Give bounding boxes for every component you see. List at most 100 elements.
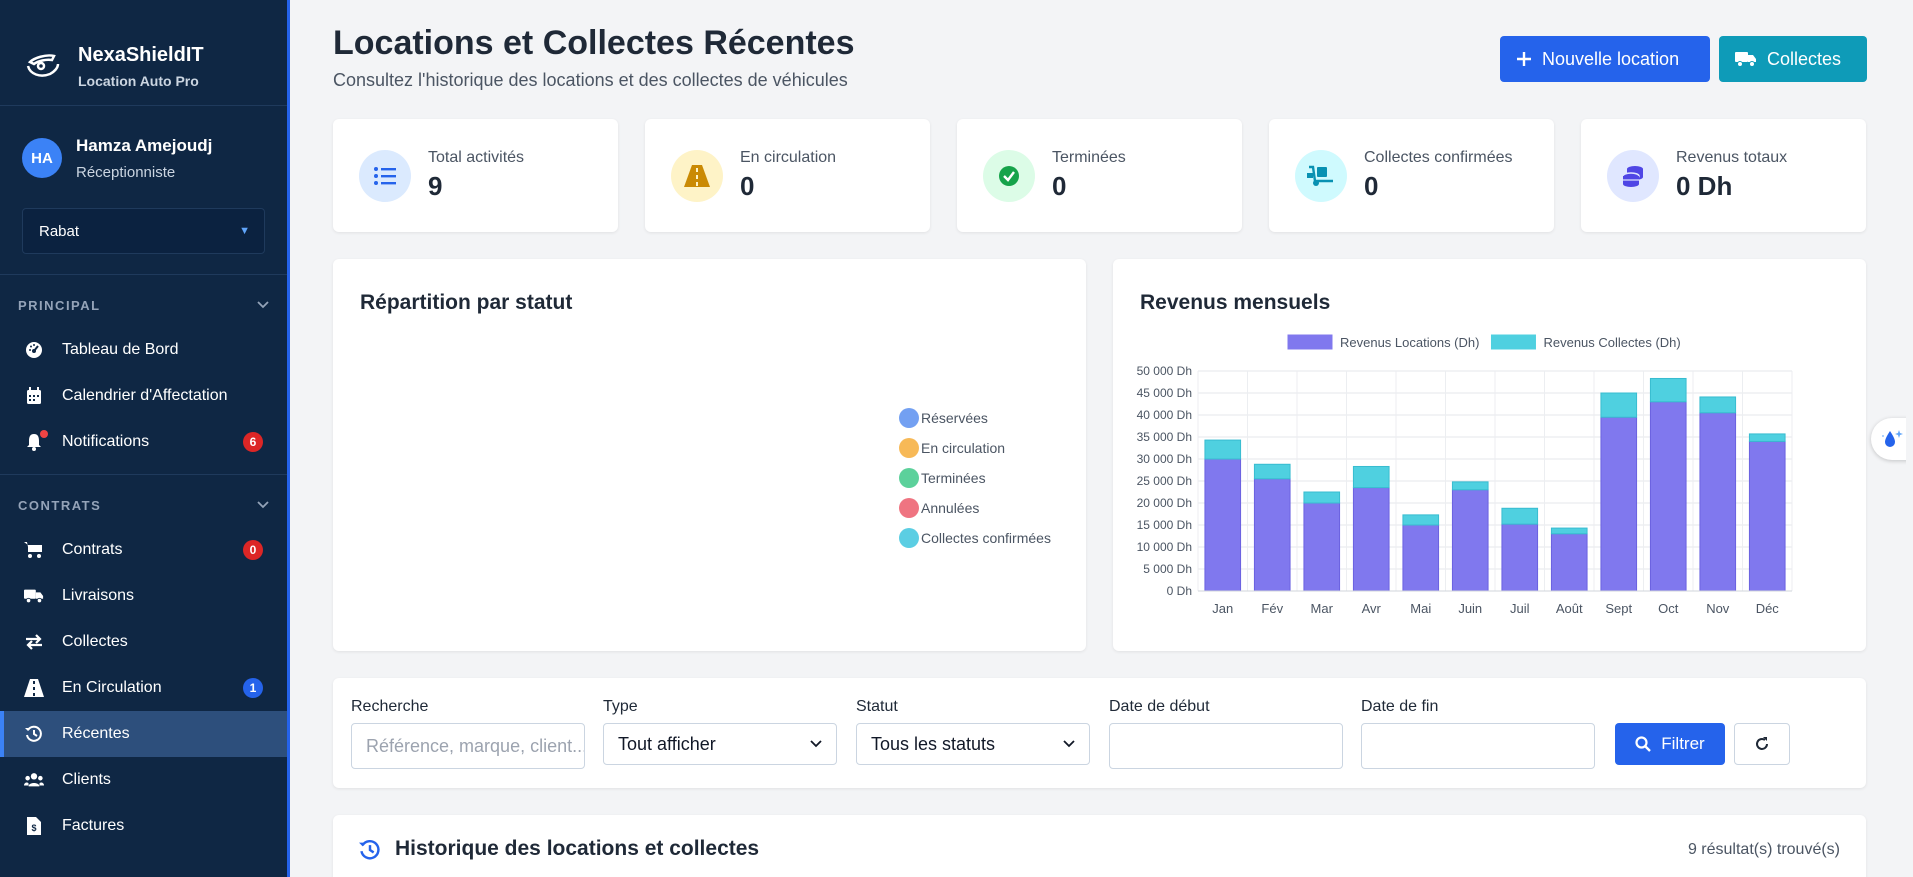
sidebar-item-clients[interactable]: Clients bbox=[0, 757, 287, 803]
y-tick-label: 10 000 Dh bbox=[1137, 540, 1192, 554]
bar-Jan bbox=[1204, 458, 1242, 592]
x-tick-label: Déc bbox=[1756, 601, 1780, 616]
sidebar: NexaShieldIT Location Auto Pro HA Hamza … bbox=[0, 0, 290, 877]
legend-item-reservees[interactable]: Réservées bbox=[899, 403, 1051, 433]
branch-select[interactable]: Rabat ▼ bbox=[22, 208, 265, 254]
end-date-input[interactable] bbox=[1361, 723, 1595, 769]
type-select[interactable]: Tout afficher bbox=[603, 723, 837, 765]
section-header-principal[interactable]: PRINCIPAL bbox=[0, 291, 287, 319]
exchange-icon bbox=[24, 632, 44, 652]
type-label: Type bbox=[603, 698, 638, 715]
legend-item-en-circulation[interactable]: En circulation bbox=[899, 433, 1051, 463]
status-select-value: Tous les statuts bbox=[871, 733, 996, 754]
bar-Août bbox=[1550, 527, 1588, 535]
bar-Juin bbox=[1451, 489, 1489, 592]
sidebar-item-factures[interactable]: $ Factures bbox=[0, 803, 287, 849]
stat-card-total: Total activités 9 bbox=[333, 119, 618, 232]
avatar: HA bbox=[22, 138, 62, 178]
user-role: Réceptionniste bbox=[76, 163, 176, 181]
reset-button[interactable] bbox=[1734, 723, 1790, 765]
sparkle-drop-icon bbox=[1882, 430, 1903, 447]
y-tick-label: 5 000 Dh bbox=[1143, 562, 1192, 576]
user-profile[interactable]: HA Hamza Amejoudj Réceptionniste bbox=[0, 106, 287, 190]
users-icon bbox=[24, 770, 44, 790]
scrollbar[interactable] bbox=[1906, 0, 1913, 877]
sidebar-item-label: Collectes bbox=[62, 633, 128, 650]
chevron-down-icon bbox=[257, 501, 269, 509]
start-date-input[interactable] bbox=[1109, 723, 1343, 769]
search-icon bbox=[1635, 736, 1652, 752]
sidebar-item-contrats[interactable]: Contrats 0 bbox=[0, 527, 287, 573]
history-card: Historique des locations et collectes 9 … bbox=[333, 815, 1866, 877]
x-tick-label: Fév bbox=[1261, 601, 1283, 616]
y-tick-label: 40 000 Dh bbox=[1137, 408, 1192, 422]
dolly-icon bbox=[1295, 149, 1347, 202]
search-input[interactable]: Référence, marque, client... bbox=[351, 723, 585, 769]
legend-swatch bbox=[899, 498, 919, 518]
sidebar-item-label: Livraisons bbox=[62, 587, 135, 604]
plus-icon bbox=[1517, 52, 1531, 66]
card-title: Répartition par statut bbox=[360, 291, 573, 314]
bar-Juil bbox=[1501, 523, 1539, 592]
legend-swatch bbox=[899, 408, 919, 428]
sidebar-item-label: Contrats bbox=[62, 541, 123, 558]
sidebar-item-livraisons[interactable]: Livraisons bbox=[0, 573, 287, 619]
section-header-contrats[interactable]: CONTRATS bbox=[0, 491, 287, 519]
shield-logo-icon bbox=[26, 53, 60, 77]
legend-item-collectes-confirmees[interactable]: Collectes confirmées bbox=[899, 523, 1051, 553]
bar-Avr bbox=[1352, 487, 1390, 592]
type-select-value: Tout afficher bbox=[618, 733, 716, 754]
x-tick-label: Mar bbox=[1311, 601, 1334, 616]
branch-select-value: Rabat bbox=[39, 222, 80, 240]
sidebar-item-notifications[interactable]: Notifications 6 bbox=[0, 419, 287, 465]
sidebar-item-recentes[interactable]: Récentes bbox=[0, 711, 287, 757]
section-title: CONTRATS bbox=[18, 497, 102, 513]
monthly-revenue-card: Revenus mensuels Revenus Locations (Dh) R… bbox=[1113, 259, 1866, 651]
search-placeholder: Référence, marque, client... bbox=[366, 735, 585, 756]
chevron-down-icon bbox=[810, 740, 822, 748]
legend-item-terminees[interactable]: Terminées bbox=[899, 463, 1051, 493]
filters-panel: Recherche Référence, marque, client... T… bbox=[333, 678, 1866, 788]
bar-Avr bbox=[1352, 465, 1390, 489]
stat-label: Total activités bbox=[428, 149, 525, 166]
new-rental-label: Nouvelle location bbox=[1542, 48, 1680, 69]
filter-button[interactable]: Filtrer bbox=[1615, 723, 1725, 765]
stat-value: 0 Dh bbox=[1676, 171, 1733, 201]
circulation-count-badge: 1 bbox=[243, 678, 263, 698]
road-icon bbox=[671, 149, 723, 202]
sidebar-item-label: Tableau de Bord bbox=[62, 341, 179, 358]
status-select[interactable]: Tous les statuts bbox=[856, 723, 1090, 765]
new-rental-button[interactable]: Nouvelle location bbox=[1500, 36, 1710, 82]
collectes-label: Collectes bbox=[1767, 48, 1842, 69]
sidebar-item-label: Factures bbox=[62, 817, 125, 834]
legend-swatch bbox=[899, 438, 919, 458]
bar-Mai bbox=[1402, 514, 1440, 526]
filter-button-label: Filtrer bbox=[1661, 734, 1705, 753]
sidebar-item-label: Notifications bbox=[62, 433, 150, 450]
y-tick-label: 25 000 Dh bbox=[1137, 474, 1192, 488]
brand[interactable]: NexaShieldIT Location Auto Pro bbox=[0, 0, 287, 106]
bar-Août bbox=[1550, 533, 1588, 592]
refresh-icon bbox=[1756, 737, 1768, 750]
status-legend: Réservées En circulation Terminées Annul… bbox=[899, 403, 1051, 553]
search-label: Recherche bbox=[351, 698, 429, 715]
sidebar-item-collectes[interactable]: Collectes bbox=[0, 619, 287, 665]
divider bbox=[0, 474, 287, 475]
sidebar-item-calendar[interactable]: Calendrier d'Affectation bbox=[0, 373, 287, 419]
stat-label: Terminées bbox=[1052, 149, 1126, 166]
bar-Fév bbox=[1253, 463, 1291, 480]
stat-card-revenus: Revenus totaux 0 Dh bbox=[1581, 119, 1866, 232]
bar-Oct bbox=[1649, 401, 1687, 592]
revenue-bar-chart: Revenus Locations (Dh) Revenus Collectes … bbox=[1137, 334, 1793, 616]
user-name: Hamza Amejoudj bbox=[76, 135, 213, 155]
bar-Mar bbox=[1303, 491, 1341, 504]
y-tick-label: 50 000 Dh bbox=[1137, 364, 1192, 378]
sidebar-item-en-circulation[interactable]: En Circulation 1 bbox=[0, 665, 287, 711]
legend-label: Revenus Locations (Dh) bbox=[1340, 335, 1479, 350]
bar-Jan bbox=[1204, 439, 1242, 460]
collectes-button[interactable]: Collectes bbox=[1719, 36, 1867, 82]
svg-text:$: $ bbox=[31, 823, 36, 833]
legend-item-annulees[interactable]: Annulées bbox=[899, 493, 1051, 523]
end-date-label: Date de fin bbox=[1361, 698, 1439, 715]
sidebar-item-dashboard[interactable]: Tableau de Bord bbox=[0, 327, 287, 373]
